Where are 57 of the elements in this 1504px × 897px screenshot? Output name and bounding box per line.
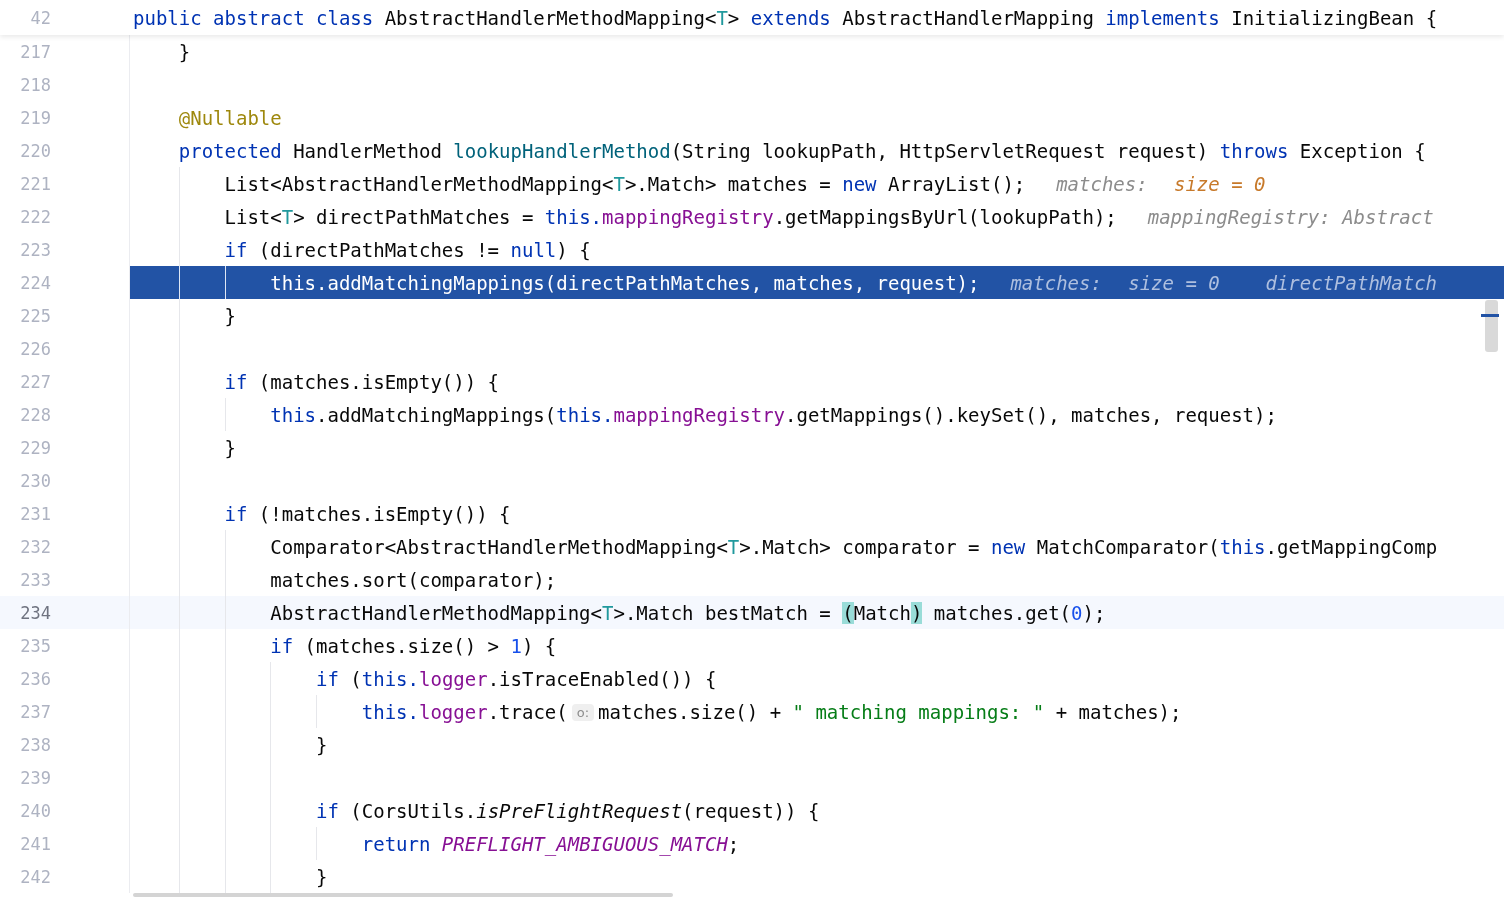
inline-debug-value: mappingRegistry: Abstract xyxy=(1147,205,1434,228)
code-line: if (directPathMatches != null) { xyxy=(223,238,591,261)
line-number: 230 xyxy=(19,470,51,491)
line-number: 221 xyxy=(19,173,51,194)
error-stripe-mark xyxy=(1481,314,1499,317)
code-line: } xyxy=(177,40,191,63)
line-number: 217 xyxy=(19,41,51,62)
inline-debug-value: directPathMatch xyxy=(1265,271,1438,294)
horizontal-scrollbar-thumb[interactable] xyxy=(133,893,673,897)
line-number: 220 xyxy=(19,140,51,161)
line-number: 232 xyxy=(19,536,51,557)
scrollbar-thumb[interactable] xyxy=(1485,300,1498,352)
line-number: 226 xyxy=(19,338,51,359)
line-number: 234 xyxy=(19,602,51,623)
code-line: return PREFLIGHT_AMBIGUOUS_MATCH; xyxy=(360,832,740,855)
code-line: } xyxy=(315,865,328,888)
code-line: if (!matches.isEmpty()) { xyxy=(223,502,511,525)
code-line: this.addMatchingMappings(directPathMatches, matches, request); xyxy=(269,271,980,294)
code-line: this.addMatchingMappings(this.mappingRegistry.getMappings().keySet(), matches, request); xyxy=(269,403,1277,426)
code-line: if (matches.isEmpty()) { xyxy=(223,370,500,393)
code-line: if (CorsUtils.isPreFlightRequest(request)) { xyxy=(315,799,820,822)
line-number: 224 xyxy=(19,272,51,293)
line-number: 241 xyxy=(19,833,51,854)
line-number: 235 xyxy=(19,635,51,656)
line-number: 225 xyxy=(19,305,51,326)
inline-debug-value: matches: size = 0 xyxy=(1056,172,1266,195)
code-line: } xyxy=(223,304,236,327)
code-line: public abstract class AbstractHandlerMethodMapping<T> extends AbstractHandlerMapping implements InitializingBean { xyxy=(133,6,1438,29)
code-line: AbstractHandlerMethodMapping<T>.Match bestMatch = (Match) matches.get(0); xyxy=(269,601,1106,624)
code-line: protected HandlerMethod lookupHandlerMethod(String lookupPath, HttpServletRequest request) throws Exception { xyxy=(177,139,1426,162)
line-number: 233 xyxy=(19,569,51,590)
code-line: if (matches.size() > 1) { xyxy=(269,634,557,657)
code-line: Comparator<AbstractHandlerMethodMapping<T>.Match> comparator = new MatchComparator(this.getMappingComp xyxy=(269,535,1438,558)
code-line: List<T> directPathMatches = this.mappingRegistry.getMappingsByUrl(lookupPath); xyxy=(223,205,1117,228)
line-number: 223 xyxy=(19,239,51,260)
code-line: List<AbstractHandlerMethodMapping<T>.Match> matches = new ArrayList(); xyxy=(223,172,1026,195)
line-number: 218 xyxy=(19,74,51,95)
line-number: 242 xyxy=(19,866,51,887)
line-number: 229 xyxy=(19,437,51,458)
line-number: 237 xyxy=(19,701,51,722)
line-number: 219 xyxy=(19,107,51,128)
line-number: 42 xyxy=(29,7,51,28)
code-line: @Nullable xyxy=(177,106,282,129)
line-number: 236 xyxy=(19,668,51,689)
line-number: 231 xyxy=(19,503,51,524)
line-number: 222 xyxy=(19,206,51,227)
code-line: } xyxy=(315,733,328,756)
inline-debug-value: matches: size = 0 xyxy=(1010,271,1220,294)
code-line: if (this.logger.isTraceEnabled()) { xyxy=(315,667,717,690)
line-number: 240 xyxy=(19,800,51,821)
code-line: } xyxy=(223,436,236,459)
line-number: 228 xyxy=(19,404,51,425)
code-line: matches.sort(comparator); xyxy=(269,568,557,591)
line-number: 227 xyxy=(19,371,51,392)
code-line: this.logger.trace( o: matches.size() + " matching mappings: " + matches); xyxy=(360,700,1182,723)
line-number: 239 xyxy=(19,767,51,788)
line-number: 238 xyxy=(19,734,51,755)
